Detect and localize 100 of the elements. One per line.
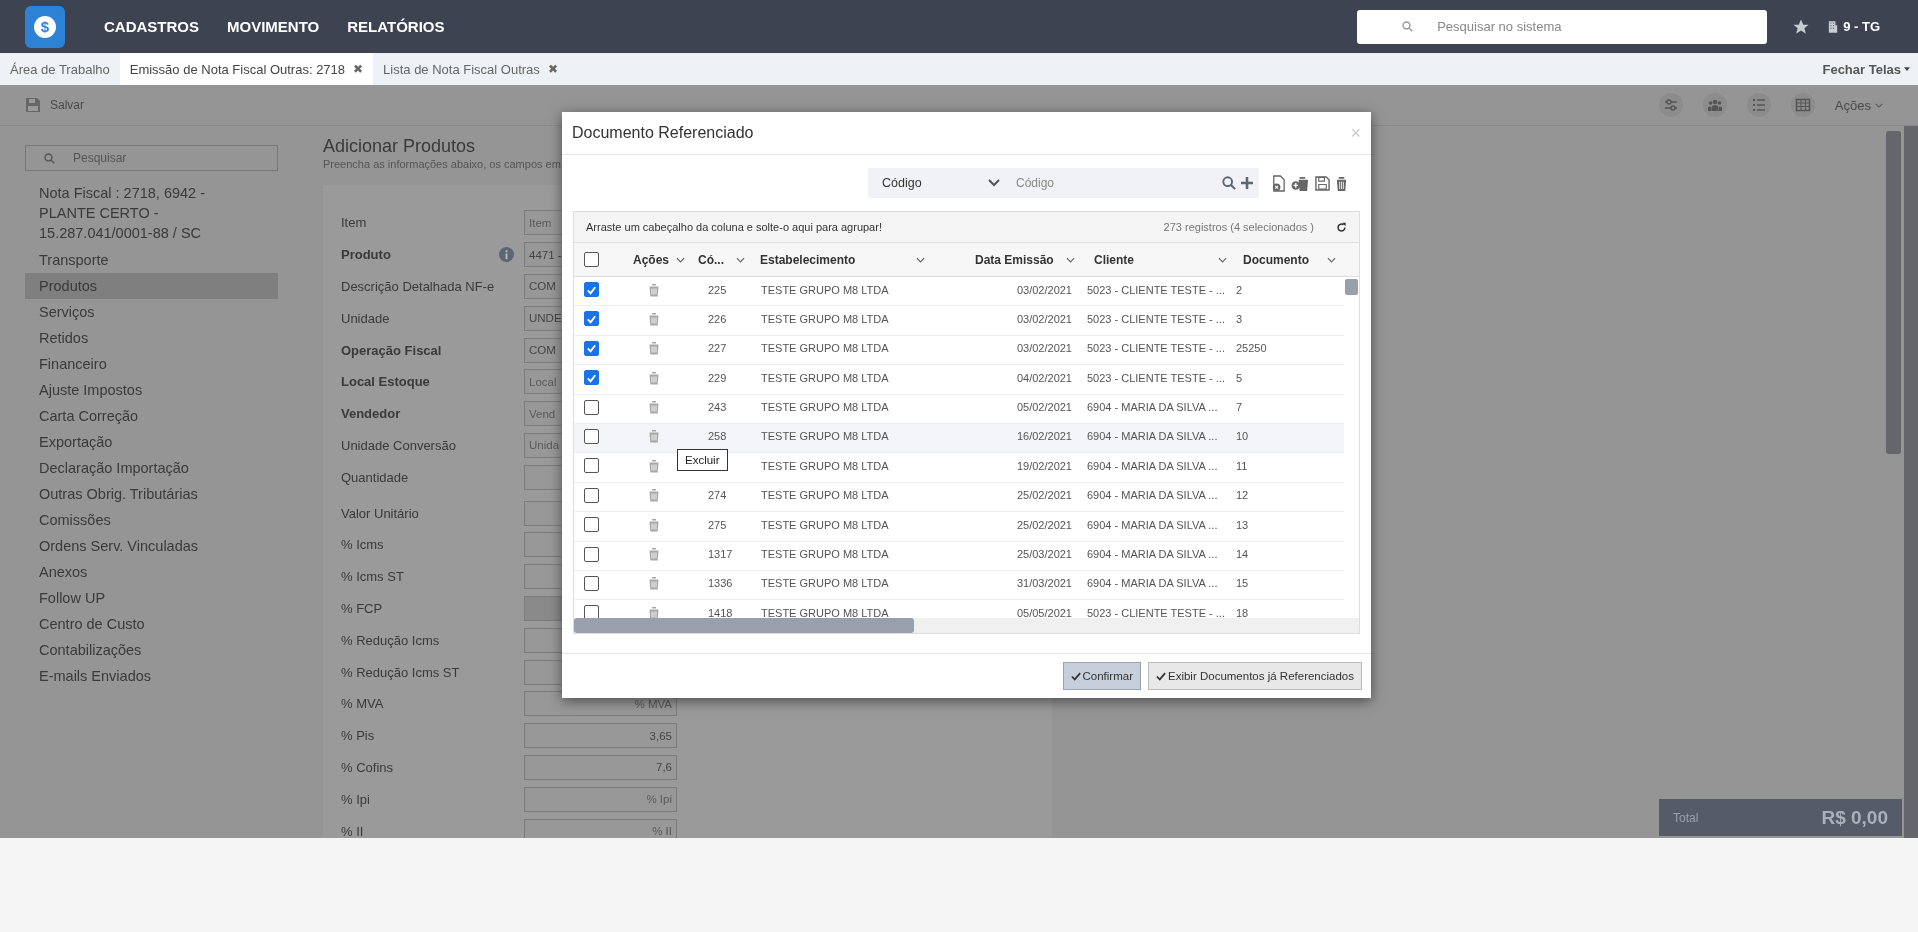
plus-icon[interactable] xyxy=(1241,177,1253,189)
scrollbar-thumb[interactable] xyxy=(1886,131,1901,454)
column-header[interactable]: Ações xyxy=(613,252,693,267)
input-field[interactable]: 3,65 xyxy=(524,723,677,749)
info-icon[interactable] xyxy=(499,247,514,263)
sidebar-item[interactable]: Comissões xyxy=(25,507,278,533)
row-checkbox[interactable] xyxy=(584,458,599,474)
trash-icon[interactable] xyxy=(648,517,660,532)
refresh-icon[interactable] xyxy=(1336,221,1347,233)
sidebar-item[interactable]: Ordens Serv. Vinculadas xyxy=(25,533,278,559)
search-field[interactable]: Pesquisar no sistema xyxy=(1357,9,1768,44)
save-icon[interactable] xyxy=(1315,175,1330,191)
select-all-checkbox[interactable] xyxy=(584,252,599,267)
trash-icon[interactable] xyxy=(648,370,660,385)
row-checkbox[interactable] xyxy=(584,487,599,503)
search-icon[interactable] xyxy=(1222,176,1236,190)
row-checkbox[interactable] xyxy=(584,605,599,618)
input-field[interactable]: % II xyxy=(524,818,677,838)
row-checkbox[interactable] xyxy=(584,546,599,562)
sidebar-item[interactable]: Transporte xyxy=(25,247,278,273)
row-checkbox[interactable] xyxy=(584,575,599,591)
sidebar-item[interactable]: Carta Correção xyxy=(25,403,278,429)
row-checkbox[interactable] xyxy=(584,399,599,415)
logo-icon[interactable]: $ xyxy=(25,5,65,48)
trash-icon[interactable] xyxy=(648,488,660,503)
menu-item[interactable]: MOVIMENTO xyxy=(227,18,320,35)
trash-icon[interactable] xyxy=(648,282,660,297)
tooltip: Excluir xyxy=(677,449,728,471)
sidebar-item[interactable]: Ajuste Impostos xyxy=(25,377,278,403)
search-input[interactable]: Código xyxy=(1014,175,1217,191)
tab[interactable]: Área de Trabalho xyxy=(0,53,120,85)
sidebar-item[interactable]: Financeiro xyxy=(25,351,278,377)
company-selector[interactable]: 9 - TG xyxy=(1828,19,1880,34)
row-checkbox[interactable] xyxy=(584,340,599,356)
tab[interactable]: Emissão de Nota Fiscal Outras: 2718 ✖ xyxy=(119,53,374,85)
column-header[interactable]: Cliente xyxy=(1083,252,1235,267)
trash-icon[interactable] xyxy=(648,341,660,356)
sidebar-item[interactable]: Retidos xyxy=(25,325,278,351)
sidebar-item[interactable]: E-mails Enviados xyxy=(25,663,278,689)
field-label: % Icms ST xyxy=(341,569,405,585)
scrollbar-thumb[interactable] xyxy=(574,618,914,633)
actions-menu[interactable]: Ações xyxy=(1834,97,1883,113)
row-checkbox[interactable] xyxy=(584,282,599,297)
sidebar-item[interactable]: Produtos xyxy=(25,273,278,299)
sidebar-item[interactable]: Contabilizações xyxy=(25,637,278,663)
column-header[interactable]: Estabelecimento xyxy=(753,252,933,267)
row-checkbox[interactable] xyxy=(584,370,599,386)
confirm-button[interactable]: Confirmar xyxy=(1062,662,1141,690)
chevron-down-icon[interactable] xyxy=(1327,256,1336,263)
field-label: Vendedor xyxy=(341,406,402,422)
column-header[interactable]: Data Emissão xyxy=(933,252,1083,267)
save-button[interactable]: Salvar xyxy=(25,97,84,113)
document-clear-icon[interactable] xyxy=(1271,174,1286,192)
table-cell: 5023 - CLIENTE TESTE - ... xyxy=(1087,370,1225,385)
highlighted-row[interactable]: 258 TESTE GRUPO M8 LTDA 16/02/2021 6904 - MARIA DA SILVA ... 10 xyxy=(574,423,1344,454)
chevron-down-icon[interactable] xyxy=(1066,256,1075,263)
sidebar-item[interactable]: Centro de Custo xyxy=(25,611,278,637)
search-field[interactable]: Pesquisar xyxy=(25,145,278,171)
chevron-down-icon[interactable] xyxy=(916,256,925,263)
close-all-menu[interactable]: Fechar Telas xyxy=(1822,53,1910,85)
chevron-down-icon[interactable] xyxy=(736,256,745,263)
row-checkbox[interactable] xyxy=(584,517,599,533)
trash-icon[interactable] xyxy=(648,547,660,561)
trash-add-icon[interactable] xyxy=(1291,174,1310,192)
menu-item[interactable]: RELATÓRIOS xyxy=(347,18,445,35)
row-checkbox[interactable] xyxy=(584,311,599,327)
sidebar-item[interactable]: Follow UP xyxy=(25,585,278,611)
table-cell: TESTE GRUPO M8 LTDA xyxy=(761,400,889,415)
sidebar-item[interactable]: Exportação xyxy=(25,429,278,455)
tab[interactable]: Lista de Nota Fiscal Outras ✖ xyxy=(373,53,568,85)
row-checkbox[interactable] xyxy=(584,428,599,444)
table-cell: 274 xyxy=(708,488,727,503)
trash-icon[interactable] xyxy=(648,458,660,473)
column-header[interactable]: Có... xyxy=(693,252,753,267)
sidebar-item[interactable]: Declaração Importação xyxy=(25,455,278,481)
trash-icon[interactable] xyxy=(1335,175,1348,191)
search-field[interactable]: Código Código xyxy=(868,168,1259,198)
trash-icon[interactable] xyxy=(648,311,660,326)
users-icon[interactable] xyxy=(1702,93,1727,117)
chevron-down-icon[interactable] xyxy=(1218,256,1227,263)
input-field[interactable]: % Ipi xyxy=(524,786,677,812)
sidebar-item[interactable]: Outras Obrig. Tributárias xyxy=(25,481,278,507)
close-icon[interactable]: ✖ xyxy=(353,62,364,76)
sliders-icon[interactable] xyxy=(1658,93,1683,117)
field-label: % MVA xyxy=(341,696,385,712)
menu-item[interactable]: CADASTROS xyxy=(104,18,199,35)
column-header[interactable]: Documento xyxy=(1235,252,1344,267)
scrollbar[interactable] xyxy=(1904,126,1918,838)
show-referenced-button[interactable]: Exibir Documentos já Referenciados xyxy=(1148,662,1362,690)
input-field[interactable]: 7,6 xyxy=(524,754,677,780)
table-icon[interactable] xyxy=(1790,93,1815,117)
sidebar-item[interactable]: Anexos xyxy=(25,559,278,585)
trash-icon[interactable] xyxy=(648,576,660,591)
search-input[interactable]: Pesquisar xyxy=(71,150,230,166)
close-icon[interactable]: ✖ xyxy=(547,62,558,76)
sidebar-item[interactable]: Serviços xyxy=(25,299,278,325)
chevron-down-icon[interactable] xyxy=(676,256,685,263)
field-dropdown[interactable]: Código xyxy=(882,176,1000,190)
scrollbar-thumb[interactable] xyxy=(1345,279,1358,295)
trash-icon[interactable] xyxy=(648,400,660,415)
